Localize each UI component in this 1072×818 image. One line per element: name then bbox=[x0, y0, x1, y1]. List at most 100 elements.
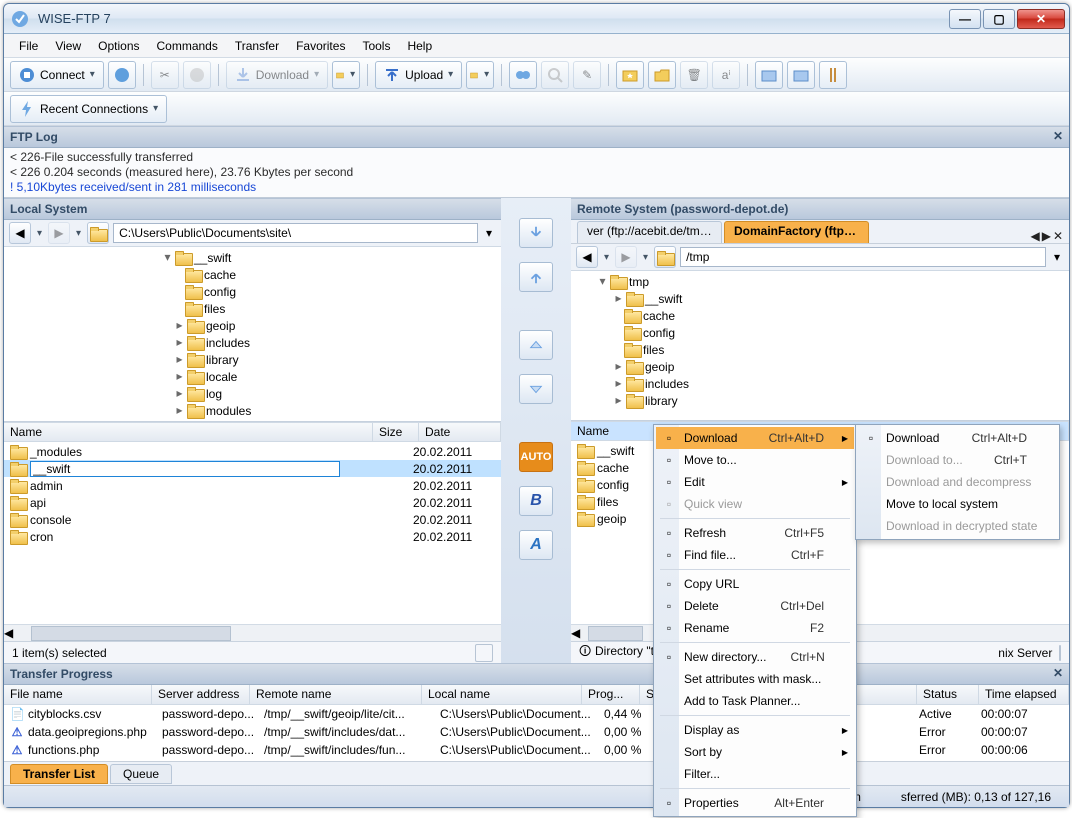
menu-item[interactable]: ▫Move to... bbox=[656, 449, 854, 471]
binary-mode-button[interactable]: B bbox=[519, 486, 553, 516]
menu-help[interactable]: Help bbox=[400, 36, 439, 56]
download-home-button[interactable] bbox=[519, 374, 553, 404]
menu-options[interactable]: Options bbox=[91, 36, 146, 56]
disconnect-button[interactable]: ✂ bbox=[151, 61, 179, 89]
nav-fwd-button[interactable]: ▶ bbox=[615, 246, 637, 268]
edit-button[interactable]: ✎ bbox=[573, 61, 601, 89]
quickview-icon: ▫ bbox=[660, 495, 678, 513]
menu-item[interactable]: Display as▶ bbox=[656, 719, 854, 741]
nav-back-button[interactable]: ◀ bbox=[9, 222, 31, 244]
remote-path-input[interactable] bbox=[680, 247, 1046, 267]
titlebar: WISE-FTP 7 — ▢ ✕ bbox=[4, 4, 1069, 34]
menu-commands[interactable]: Commands bbox=[150, 36, 225, 56]
upload-icon bbox=[527, 268, 545, 286]
local-path-input[interactable] bbox=[113, 223, 478, 243]
find-button[interactable] bbox=[509, 61, 537, 89]
trash-button[interactable]: 🗑 bbox=[680, 61, 708, 89]
menu-item[interactable]: Filter... bbox=[656, 763, 854, 785]
tab-right[interactable]: ▶ bbox=[1042, 229, 1051, 243]
transfer-list[interactable]: 📄 cityblocks.csv password-depo... /tmp/_… bbox=[4, 705, 1069, 761]
ascii-mode-button[interactable]: A bbox=[519, 530, 553, 560]
upload-button[interactable]: Upload▾ bbox=[375, 61, 462, 89]
col-date[interactable]: Date bbox=[419, 423, 501, 441]
options-button[interactable] bbox=[819, 61, 847, 89]
menu-item[interactable]: ▫DownloadCtrl+Alt+D▶ bbox=[656, 427, 854, 449]
quick-connect-button[interactable] bbox=[108, 61, 136, 89]
menu-item[interactable]: ▫Find file...Ctrl+F bbox=[656, 544, 854, 566]
menu-item[interactable]: ▫Edit▶ bbox=[656, 471, 854, 493]
context-menu[interactable]: ▫DownloadCtrl+Alt+D▶▫Move to...▫Edit▶▫Qu… bbox=[653, 424, 857, 817]
transfer-header: Transfer Progress ✕ bbox=[4, 663, 1069, 685]
menu-item[interactable]: ▫RenameF2 bbox=[656, 617, 854, 639]
search-button[interactable] bbox=[541, 61, 569, 89]
local-tree[interactable]: ▾__swift cache config files ▸geoip ▸incl… bbox=[4, 247, 501, 422]
remote-tab[interactable]: ver (ftp://acebit.de/tmp/__s... bbox=[577, 221, 722, 243]
folder-icon bbox=[10, 496, 26, 509]
upload-icon bbox=[382, 65, 402, 85]
menu-file[interactable]: File bbox=[12, 36, 45, 56]
open-folder-button[interactable] bbox=[648, 61, 676, 89]
menu-item[interactable]: ▫DeleteCtrl+Del bbox=[656, 595, 854, 617]
menu-favorites[interactable]: Favorites bbox=[289, 36, 352, 56]
download-button[interactable]: Download▾ bbox=[226, 61, 328, 89]
menu-view[interactable]: View bbox=[48, 36, 88, 56]
local-header: Local System bbox=[4, 198, 501, 220]
folder-up-button[interactable] bbox=[654, 246, 676, 268]
download-arrow-button[interactable] bbox=[519, 218, 553, 248]
menu-item[interactable]: Set attributes with mask... bbox=[656, 668, 854, 690]
col-size[interactable]: Size bbox=[373, 423, 419, 441]
tab-left[interactable]: ◀ bbox=[1030, 229, 1039, 243]
recent-connections-button[interactable]: Recent Connections▾ bbox=[10, 95, 167, 123]
upload-arrow-button[interactable] bbox=[519, 262, 553, 292]
ftp-log-close[interactable]: ✕ bbox=[1051, 129, 1065, 143]
menu-item[interactable]: ▫RefreshCtrl+F5 bbox=[656, 522, 854, 544]
local-hscroll[interactable]: ◀ bbox=[4, 624, 501, 641]
favorites-button[interactable] bbox=[616, 61, 644, 89]
rename-input[interactable] bbox=[30, 461, 340, 477]
menu-item[interactable]: Add to Task Planner... bbox=[656, 690, 854, 712]
tab-close[interactable]: ✕ bbox=[1053, 229, 1063, 243]
nav-back-button[interactable]: ◀ bbox=[576, 246, 598, 268]
table-row: ⚠ data.geoipregions.php password-depo...… bbox=[4, 723, 1069, 741]
maximize-button[interactable]: ▢ bbox=[983, 9, 1015, 29]
remote-tree[interactable]: ▾tmp ▸__swift cache config files ▸geoip … bbox=[571, 271, 1069, 421]
upload-home-button[interactable] bbox=[519, 330, 553, 360]
tab-queue[interactable]: Queue bbox=[110, 764, 172, 784]
col-name[interactable]: Name bbox=[4, 423, 373, 441]
tab-transfer-list[interactable]: Transfer List bbox=[10, 764, 108, 784]
close-button[interactable]: ✕ bbox=[1017, 9, 1065, 29]
folder-icon bbox=[187, 336, 203, 349]
menu-tools[interactable]: Tools bbox=[355, 36, 397, 56]
auto-button[interactable]: AUTO bbox=[519, 442, 553, 472]
folder-up-button[interactable] bbox=[87, 222, 109, 244]
menu-transfer[interactable]: Transfer bbox=[228, 36, 286, 56]
fav-edit-button[interactable] bbox=[787, 61, 815, 89]
folder-icon bbox=[577, 478, 593, 491]
abort-button[interactable] bbox=[183, 61, 211, 89]
download-submenu[interactable]: ▫DownloadCtrl+Alt+DDownload to...Ctrl+TD… bbox=[855, 424, 1060, 540]
path-dropdown[interactable]: ▾ bbox=[1050, 250, 1064, 264]
new-folder-right-button[interactable]: ▾ bbox=[466, 61, 494, 89]
connect-button[interactable]: Connect▾ bbox=[10, 61, 104, 89]
transfer-close[interactable]: ✕ bbox=[1051, 666, 1065, 680]
local-file-list[interactable]: _modules20.02.2011 20.02.2011 admin20.02… bbox=[4, 442, 501, 624]
menu-item[interactable]: ▫New directory...Ctrl+N bbox=[656, 646, 854, 668]
remote-tabs: ver (ftp://acebit.de/tmp/__s... DomainFa… bbox=[571, 220, 1069, 244]
find-icon: ▫ bbox=[660, 546, 678, 564]
nav-fwd-button[interactable]: ▶ bbox=[48, 222, 70, 244]
minimize-button[interactable]: — bbox=[949, 9, 981, 29]
remote-tab[interactable]: DomainFactory (ftp://password-d... bbox=[724, 221, 869, 243]
path-dropdown[interactable]: ▾ bbox=[482, 226, 496, 240]
abort-icon bbox=[187, 65, 207, 85]
table-row: ⚠ functions.php password-depo... /tmp/__… bbox=[4, 741, 1069, 759]
menu-item[interactable]: Sort by▶ bbox=[656, 741, 854, 763]
filter-button[interactable] bbox=[475, 644, 493, 662]
menu-item[interactable]: ▫Copy URL bbox=[656, 573, 854, 595]
rename-button[interactable]: aⁱ bbox=[712, 61, 740, 89]
fav-add-button[interactable] bbox=[755, 61, 783, 89]
filter-button[interactable] bbox=[1059, 645, 1061, 661]
new-folder-left-button[interactable]: ▾ bbox=[332, 61, 360, 89]
menu-item[interactable]: ▫DownloadCtrl+Alt+D bbox=[858, 427, 1057, 449]
menu-item[interactable]: ▫PropertiesAlt+Enter bbox=[656, 792, 854, 814]
menu-item[interactable]: Move to local system bbox=[858, 493, 1057, 515]
